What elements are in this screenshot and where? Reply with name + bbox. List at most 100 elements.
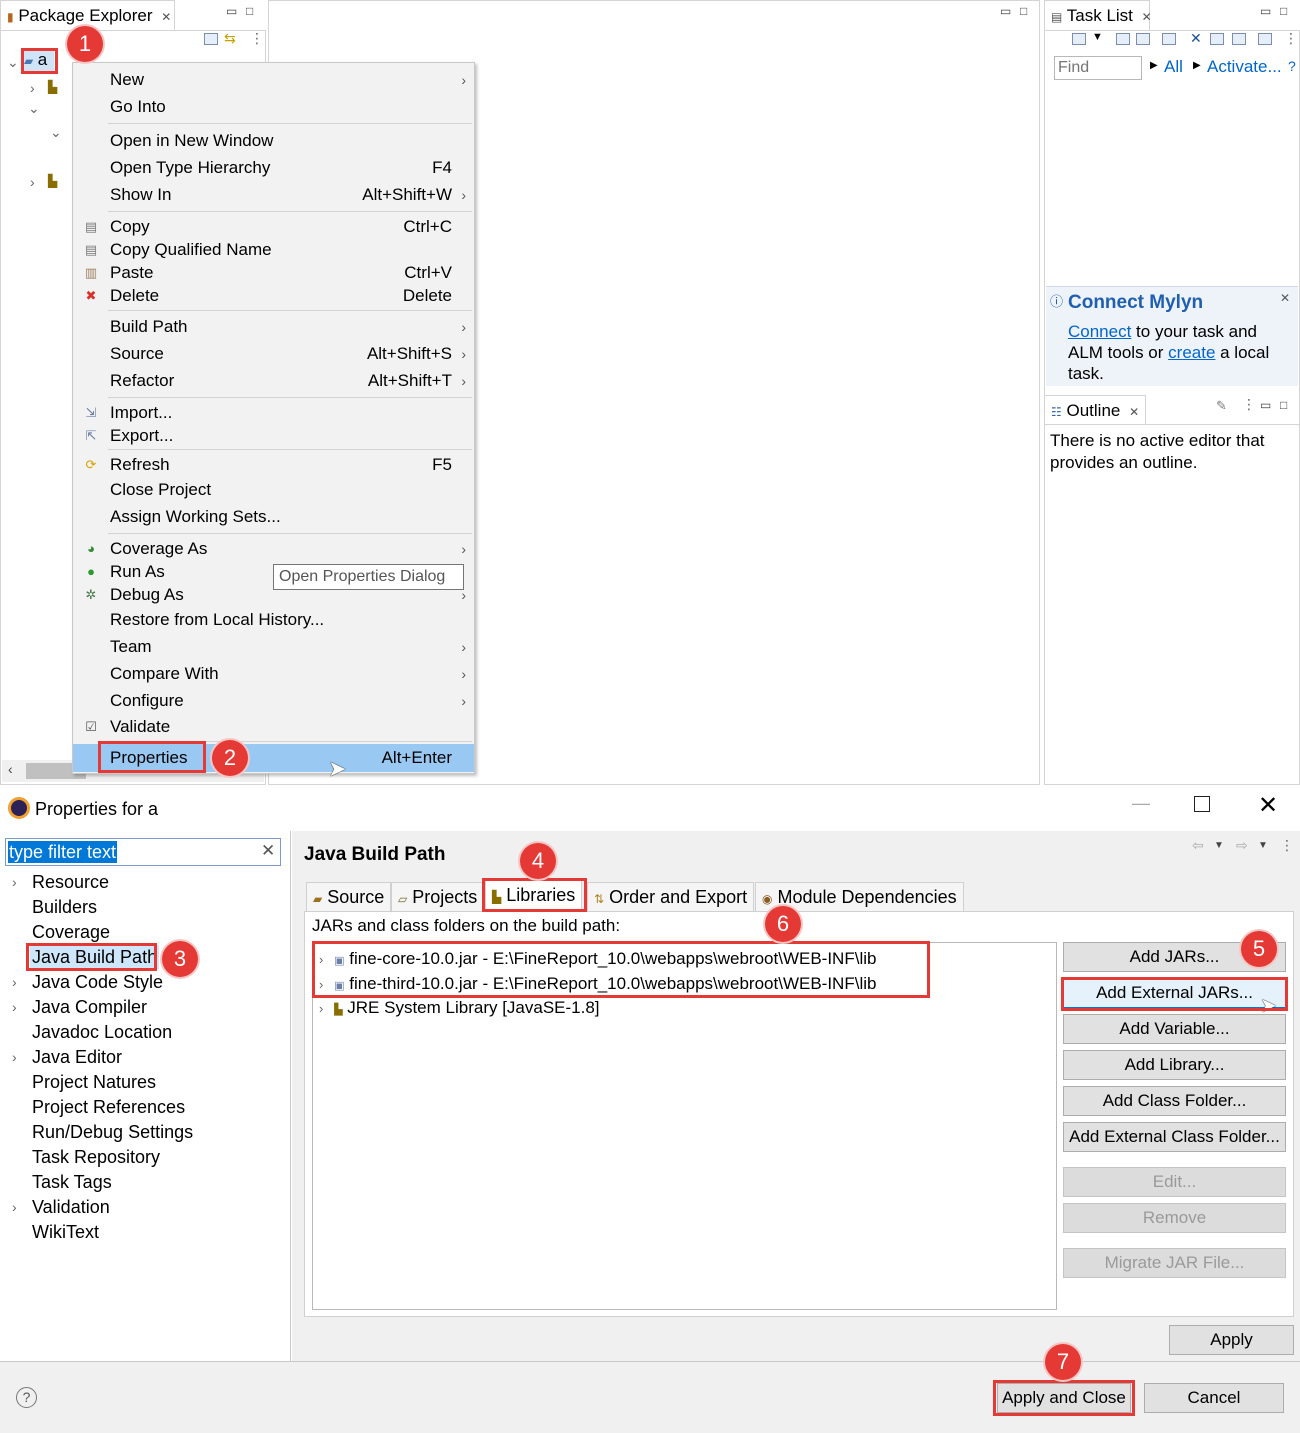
tree-item-java-code-style[interactable]: Java Code Style bbox=[32, 970, 163, 994]
menu-item-source[interactable]: Source Alt+Shift+S › bbox=[73, 342, 474, 366]
new-task-icon[interactable] bbox=[1072, 33, 1086, 45]
remove-button[interactable]: Remove bbox=[1063, 1203, 1286, 1233]
tree-item-wikitext[interactable]: WikiText bbox=[32, 1220, 99, 1244]
menu-item-restore-local-history[interactable]: Restore from Local History... bbox=[73, 608, 474, 632]
chevron-down-icon[interactable]: ⌄ bbox=[50, 124, 62, 141]
back-icon[interactable]: ⇦ bbox=[1192, 837, 1204, 854]
tree-item-java-editor[interactable]: Java Editor bbox=[32, 1045, 122, 1069]
outline-toolbar-icon[interactable]: ✎ bbox=[1216, 398, 1227, 414]
hide-completed-icon[interactable]: ✕ bbox=[1190, 30, 1202, 47]
menu-item-close-project[interactable]: Close Project bbox=[73, 478, 474, 502]
tree-item-project-natures[interactable]: Project Natures bbox=[32, 1070, 156, 1094]
menu-item-compare-with[interactable]: Compare With › bbox=[73, 662, 474, 686]
add-variable-button[interactable]: Add Variable... bbox=[1063, 1014, 1286, 1044]
clear-filter-icon[interactable]: ✕ bbox=[261, 841, 275, 861]
chevron-right-icon[interactable]: › bbox=[12, 1049, 17, 1065]
collapse-icon[interactable] bbox=[1232, 33, 1246, 45]
close-window-icon[interactable]: ✕ bbox=[1258, 791, 1278, 820]
filter-input[interactable]: type filter text bbox=[8, 841, 118, 863]
menu-item-copy-qualified-name[interactable]: ▤ Copy Qualified Name bbox=[73, 238, 474, 262]
scroll-left-icon[interactable]: ‹ bbox=[8, 761, 13, 777]
maximize-icon[interactable]: □ bbox=[1280, 4, 1287, 18]
menu-item-refactor[interactable]: Refactor Alt+Shift+T › bbox=[73, 369, 474, 393]
menu-item-configure[interactable]: Configure › bbox=[73, 689, 474, 713]
tree-item-run-debug-settings[interactable]: Run/Debug Settings bbox=[32, 1120, 193, 1144]
maximize-icon[interactable]: □ bbox=[246, 4, 253, 18]
tree-item-project-references[interactable]: Project References bbox=[32, 1095, 185, 1119]
menu-item-open-in-new-window[interactable]: Open in New Window bbox=[73, 129, 474, 153]
chevron-right-icon[interactable]: › bbox=[12, 974, 17, 990]
minimize-window-icon[interactable]: — bbox=[1132, 793, 1150, 814]
add-class-folder-button[interactable]: Add Class Folder... bbox=[1063, 1086, 1286, 1116]
maximize-icon[interactable]: □ bbox=[1020, 4, 1027, 18]
tree-item-java-compiler[interactable]: Java Compiler bbox=[32, 995, 147, 1019]
chevron-right-icon[interactable]: › bbox=[12, 999, 17, 1015]
tree-item-task-tags[interactable]: Task Tags bbox=[32, 1170, 112, 1194]
add-library-button[interactable]: Add Library... bbox=[1063, 1050, 1286, 1080]
view-menu-icon[interactable]: ⋮ bbox=[1242, 396, 1256, 413]
maximize-icon[interactable]: □ bbox=[1280, 398, 1287, 412]
focus-icon[interactable] bbox=[1162, 33, 1176, 45]
apply-button[interactable]: Apply bbox=[1169, 1325, 1294, 1355]
find-input[interactable] bbox=[1054, 56, 1142, 80]
chevron-down-icon[interactable]: ⌄ bbox=[7, 54, 19, 71]
chevron-right-icon[interactable]: › bbox=[30, 80, 35, 96]
view-menu-icon[interactable]: ⋮ bbox=[1284, 30, 1298, 47]
maximize-window-icon[interactable] bbox=[1194, 796, 1210, 812]
minimize-icon[interactable]: ▭ bbox=[1260, 4, 1271, 18]
close-icon[interactable]: ✕ bbox=[161, 10, 171, 24]
tree-item-builders[interactable]: Builders bbox=[32, 895, 97, 919]
migrate-jar-file-button[interactable]: Migrate JAR File... bbox=[1063, 1248, 1286, 1278]
tree-item-task-repository[interactable]: Task Repository bbox=[32, 1145, 160, 1169]
filter-input-box[interactable]: type filter text ✕ bbox=[5, 838, 281, 866]
chevron-right-icon[interactable]: › bbox=[12, 1199, 17, 1215]
list-item[interactable]: › ▙ JRE System Library [JavaSE-1.8] bbox=[319, 996, 600, 1022]
tab-task-list[interactable]: ▤ Task List ✕ bbox=[1044, 0, 1152, 30]
forward-icon[interactable]: ⇨ bbox=[1236, 837, 1248, 854]
menu-item-show-in[interactable]: Show In Alt+Shift+W › bbox=[73, 183, 474, 207]
add-external-class-folder-button[interactable]: Add External Class Folder... bbox=[1063, 1122, 1286, 1152]
menu-item-export[interactable]: ⇱ Export... bbox=[73, 424, 474, 448]
dropdown-icon[interactable]: ▼ bbox=[1258, 840, 1268, 851]
create-link[interactable]: create bbox=[1168, 343, 1215, 362]
view-menu-icon[interactable]: ⋮ bbox=[1280, 837, 1294, 854]
cancel-button[interactable]: Cancel bbox=[1144, 1383, 1284, 1413]
menu-item-team[interactable]: Team › bbox=[73, 635, 474, 659]
close-icon[interactable]: ✕ bbox=[1280, 291, 1290, 305]
tab-projects[interactable]: ▱ Projects bbox=[391, 882, 485, 912]
tree-item-coverage[interactable]: Coverage bbox=[32, 920, 110, 944]
link-editor-icon[interactable]: ⇆ bbox=[224, 30, 236, 47]
menu-item-delete[interactable]: ✖ Delete Delete bbox=[73, 284, 474, 308]
synchronize-icon[interactable] bbox=[1210, 33, 1224, 45]
minimize-icon[interactable]: ▭ bbox=[226, 4, 237, 18]
menu-item-assign-working-sets[interactable]: Assign Working Sets... bbox=[73, 505, 474, 529]
close-icon[interactable]: ✕ bbox=[1129, 405, 1139, 419]
menu-item-import[interactable]: ⇲ Import... bbox=[73, 401, 474, 425]
edit-button[interactable]: Edit... bbox=[1063, 1167, 1286, 1197]
minimize-icon[interactable]: ▭ bbox=[1260, 398, 1271, 412]
chevron-right-icon[interactable]: › bbox=[30, 174, 35, 190]
chevron-right-icon[interactable]: › bbox=[12, 874, 17, 890]
menu-item-paste[interactable]: ▥ Paste Ctrl+V bbox=[73, 261, 474, 285]
dropdown-icon[interactable]: ▼ bbox=[1092, 31, 1103, 43]
tab-source[interactable]: ▰ Source bbox=[306, 882, 392, 912]
scheduled-icon[interactable] bbox=[1136, 33, 1150, 45]
view-menu-icon[interactable]: ⋮ bbox=[250, 30, 264, 47]
menu-item-new[interactable]: New › bbox=[73, 68, 474, 92]
minimize-icon[interactable]: ▭ bbox=[1000, 4, 1011, 18]
tab-outline[interactable]: ☷ Outline ✕ bbox=[1044, 395, 1146, 425]
tree-item-validation[interactable]: Validation bbox=[32, 1195, 110, 1219]
dropdown-icon[interactable]: ▼ bbox=[1214, 840, 1224, 851]
repository-icon[interactable] bbox=[1258, 33, 1272, 45]
collapse-all-icon[interactable] bbox=[204, 33, 218, 45]
tree-item-javadoc-location[interactable]: Javadoc Location bbox=[32, 1020, 172, 1044]
help-icon[interactable]: ? bbox=[1288, 58, 1296, 74]
all-link[interactable]: All bbox=[1164, 57, 1183, 77]
activate-link[interactable]: Activate... bbox=[1207, 57, 1282, 77]
menu-item-copy[interactable]: ▤ Copy Ctrl+C bbox=[73, 215, 474, 239]
connect-link[interactable]: Connect bbox=[1068, 322, 1131, 341]
menu-item-coverage-as[interactable]: ◕ Coverage As › bbox=[73, 537, 474, 561]
menu-item-go-into[interactable]: Go Into bbox=[73, 95, 474, 119]
chevron-down-icon[interactable]: ⌄ bbox=[28, 100, 40, 117]
menu-item-open-type-hierarchy[interactable]: Open Type Hierarchy F4 bbox=[73, 156, 474, 180]
